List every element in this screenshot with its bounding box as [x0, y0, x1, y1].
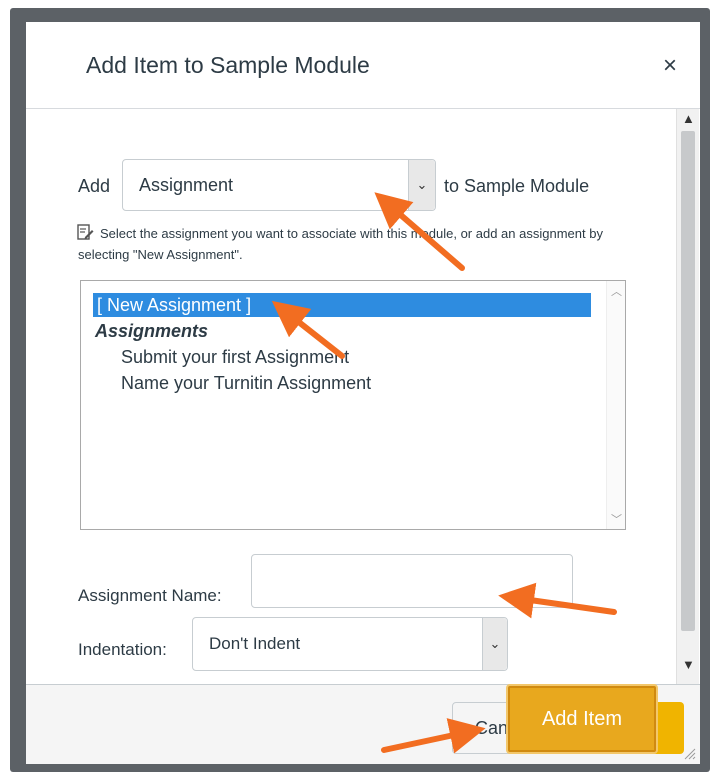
- dialog-title: Add Item to Sample Module: [86, 52, 370, 78]
- assignment-name-label: Assignment Name:: [78, 586, 222, 605]
- assignment-listbox[interactable]: [ New Assignment ] Assignments Submit yo…: [80, 280, 626, 530]
- module-target-label: to Sample Module: [444, 176, 590, 196]
- chevron-down-icon[interactable]: ⌄: [408, 160, 435, 210]
- listbox-scrollbar[interactable]: ︿ ﹀: [606, 281, 625, 529]
- list-item-new-assignment[interactable]: [ New Assignment ]: [93, 293, 591, 317]
- indentation-value: Don't Indent: [209, 634, 301, 653]
- help-text: Select the assignment you want to associ…: [78, 226, 603, 262]
- chevron-up-icon[interactable]: ︿: [611, 283, 622, 299]
- scroll-up-icon[interactable]: ▲: [682, 111, 695, 126]
- indentation-select[interactable]: Don't Indent ⌄: [192, 617, 508, 671]
- resize-grip-icon[interactable]: [682, 746, 696, 760]
- list-item[interactable]: Name your Turnitin Assignment: [121, 373, 371, 394]
- add-label: Add: [78, 176, 111, 196]
- item-type-value: Assignment: [139, 175, 234, 195]
- add-item-dialog: Add Item to Sample Module × ▲ ▼ Add Assi…: [26, 22, 700, 764]
- scroll-down-icon[interactable]: ▼: [682, 657, 695, 672]
- item-type-select[interactable]: Assignment ⌄: [122, 159, 436, 211]
- chevron-down-icon[interactable]: ⌄: [482, 618, 507, 670]
- list-group-assignments: Assignments: [95, 321, 209, 341]
- add-item-highlight[interactable]: Add Item: [508, 686, 656, 752]
- indentation-label: Indentation:: [78, 640, 167, 659]
- dialog-header: Add Item to Sample Module ×: [26, 22, 700, 109]
- scroll-thumb[interactable]: [681, 131, 695, 631]
- close-icon[interactable]: ×: [663, 54, 677, 78]
- chevron-down-icon[interactable]: ﹀: [611, 511, 622, 527]
- list-item[interactable]: Submit your first Assignment: [121, 347, 349, 368]
- dialog-scrollbar[interactable]: ▲ ▼: [676, 109, 699, 684]
- assignment-name-input[interactable]: [251, 554, 573, 608]
